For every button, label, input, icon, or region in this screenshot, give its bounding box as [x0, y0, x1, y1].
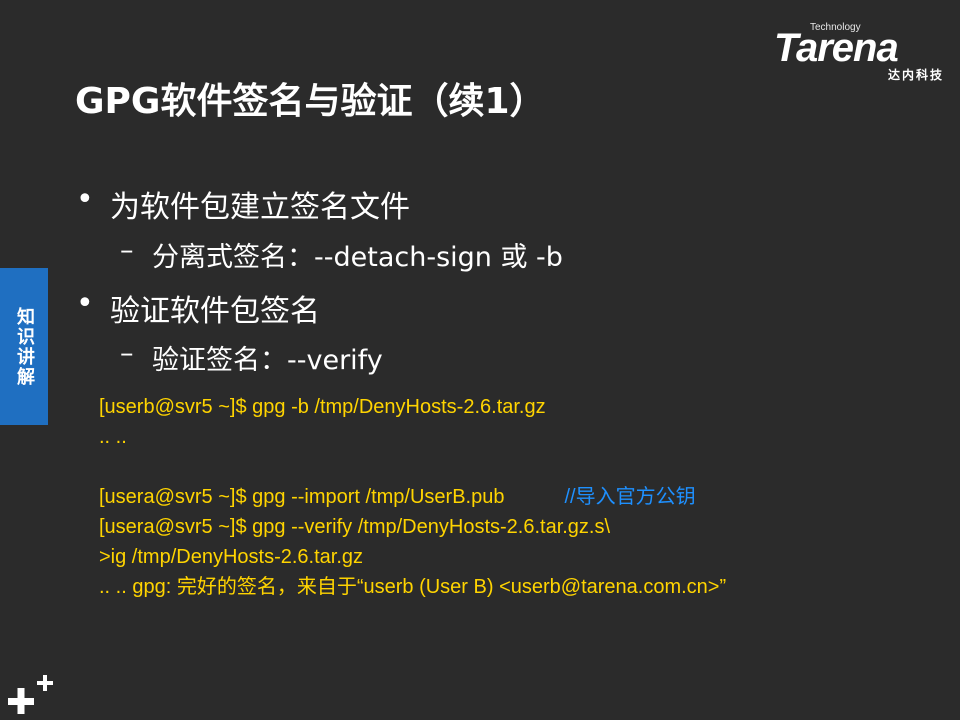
- slide-title: GPG软件签名与验证（续1）: [75, 81, 546, 122]
- side-tab: 知识讲解: [0, 268, 48, 425]
- sub-bullet-item: – 验证签名：--verify: [120, 338, 383, 377]
- dash-icon: –: [120, 235, 134, 266]
- logo-subtitle: 达内科技: [887, 68, 944, 82]
- side-tab-label: 知识讲解: [14, 306, 35, 387]
- bullet-dot-icon: •: [76, 286, 94, 321]
- logo-wordmark: Tarena: [774, 26, 899, 70]
- bullet-item: • 验证软件包签名: [76, 286, 320, 330]
- sub-bullet-text: 分离式签名：--detach-sign 或 -b: [152, 242, 563, 273]
- code-command: [usera@svr5 ~]$ gpg --import /tmp/UserB.…: [99, 486, 505, 508]
- bullet-item: • 为软件包建立签名文件: [76, 182, 410, 226]
- tarena-logo: Technology Tarena 达内科技: [774, 22, 944, 84]
- bullet-text: 为软件包建立签名文件: [110, 190, 410, 225]
- code-line: .. ..: [99, 426, 127, 448]
- code-comment: //导入官方公钥: [564, 486, 696, 508]
- code-block: [userb@svr5 ~]$ gpg -b /tmp/DenyHosts-2.…: [99, 392, 726, 602]
- code-line: [usera@svr5 ~]$ gpg --import /tmp/UserB.…: [99, 482, 726, 512]
- dash-icon: –: [120, 338, 134, 369]
- sub-bullet-item: – 分离式签名：--detach-sign 或 -b: [120, 235, 563, 274]
- code-line: >ig /tmp/DenyHosts-2.6.tar.gz: [99, 546, 364, 568]
- sub-bullet-text: 验证签名：--verify: [152, 345, 383, 376]
- plus-logo-icon: [8, 675, 53, 714]
- bullet-dot-icon: •: [76, 182, 94, 217]
- code-line: .. .. gpg: 完好的签名，来自于“userb (User B) <use…: [99, 576, 727, 598]
- code-line: [userb@svr5 ~]$ gpg -b /tmp/DenyHosts-2.…: [99, 396, 546, 418]
- bullet-text: 验证软件包签名: [110, 294, 320, 329]
- code-line: [usera@svr5 ~]$ gpg --verify /tmp/DenyHo…: [99, 516, 611, 538]
